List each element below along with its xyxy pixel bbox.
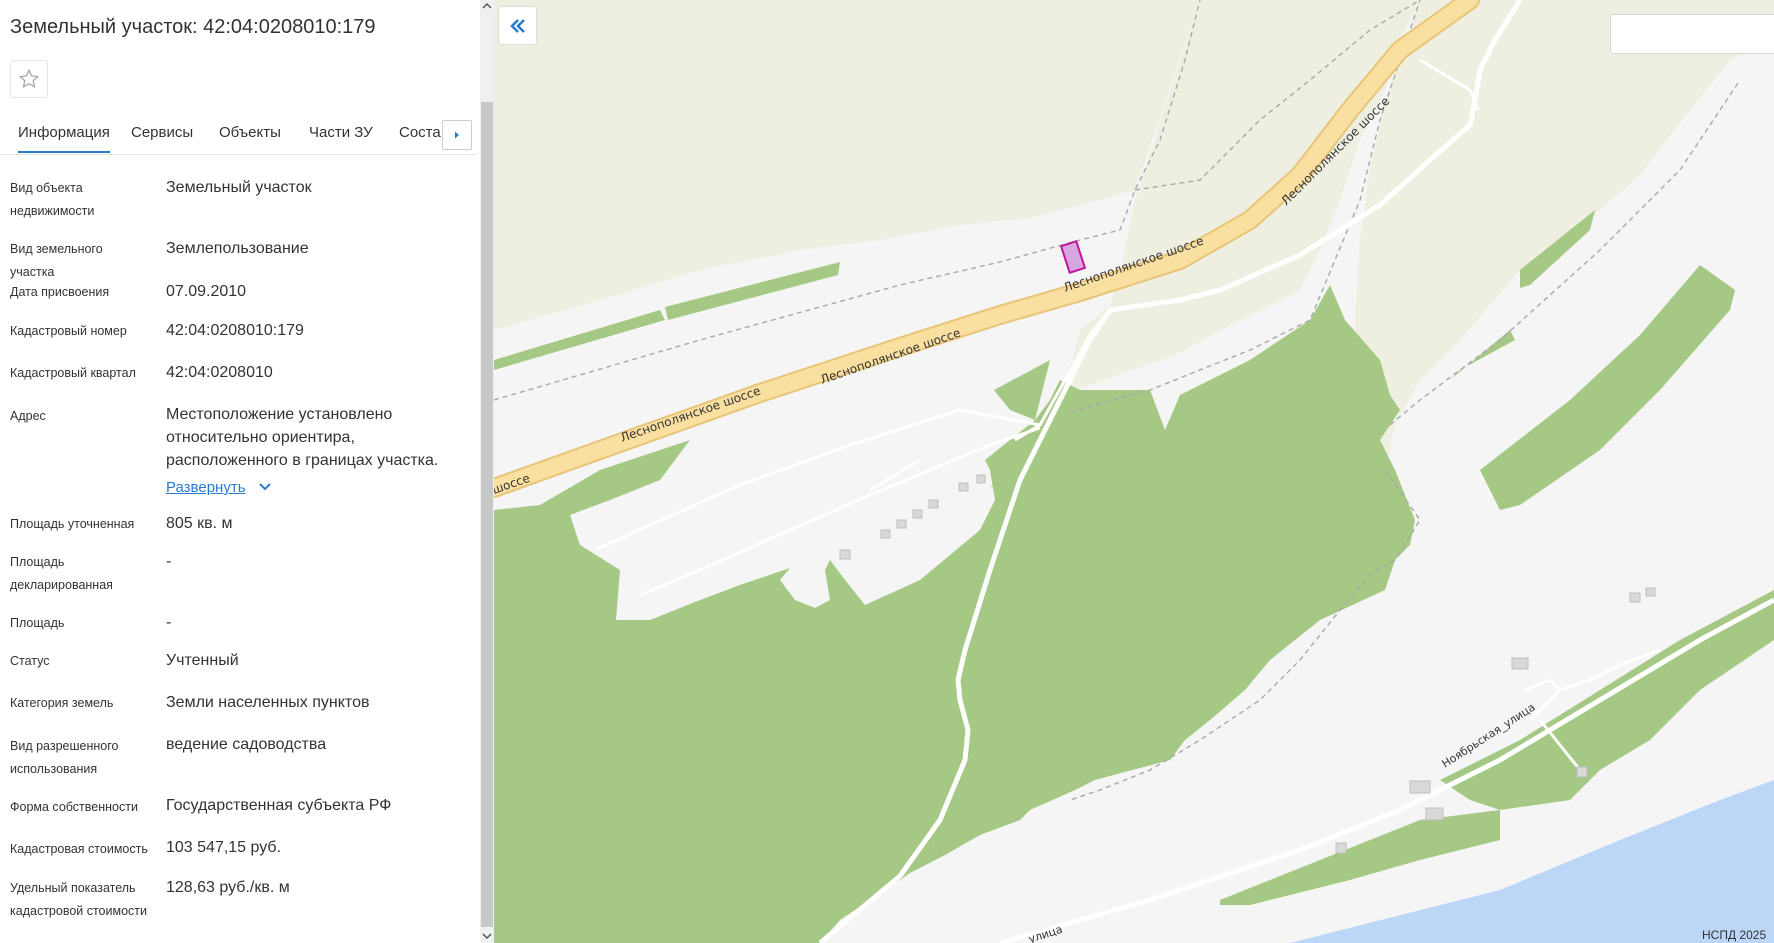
map-canvas[interactable]: Леснополянское шоссе Леснополянское шосс… <box>494 0 1774 943</box>
row-value: - <box>166 614 172 631</box>
row-label: Кадастровая стоимость <box>10 842 148 856</box>
collapse-panel-button[interactable] <box>498 6 537 45</box>
row-value: 42:04:0208010 <box>166 364 273 381</box>
row-label: Категория земель <box>10 696 114 710</box>
building <box>1645 587 1656 597</box>
copyright: НСПД 2025 <box>1702 928 1767 942</box>
star-icon <box>18 68 40 89</box>
row-value: Государственная субъекта РФ <box>166 797 392 814</box>
row-value: Землепользование <box>166 240 309 257</box>
status-value: Учтенный <box>166 652 239 669</box>
row-label: Вид объекта недвижимости <box>10 181 95 218</box>
row-value: Земли населенных пунктов <box>166 694 370 711</box>
row-label: Статус <box>10 654 50 668</box>
building <box>896 519 907 529</box>
row-value: ведение садоводства <box>166 736 327 753</box>
row-label: Площадь декларированная <box>10 555 113 592</box>
row-value: 805 кв. м <box>166 515 233 532</box>
building <box>976 474 986 484</box>
tabs-next-button[interactable] <box>442 120 472 150</box>
scroll-up-icon[interactable] <box>480 0 494 12</box>
row-value: 103 547,15 руб. <box>166 839 282 856</box>
map-view[interactable]: Леснополянское шоссе Леснополянское шосс… <box>494 0 1774 943</box>
row-label: Вид разрешенного использования <box>10 739 119 776</box>
double-chevron-left-icon <box>509 18 525 33</box>
building <box>912 509 923 519</box>
building <box>880 529 891 539</box>
arrow-right-icon <box>455 131 459 139</box>
building <box>958 482 969 492</box>
building <box>1409 780 1431 794</box>
tab-services[interactable]: Сервисы <box>131 124 193 141</box>
row-label: Форма собственности <box>10 800 138 814</box>
panel-scrollbar[interactable] <box>480 0 494 943</box>
tab-bar: Информация Сервисы Объекты Части ЗУ Сост… <box>0 112 476 155</box>
building <box>928 499 939 509</box>
row-value: 128,63 руб./кв. м <box>166 879 290 896</box>
row-label: Вид земельного участка <box>10 242 103 279</box>
scroll-down-icon[interactable] <box>480 930 494 942</box>
row-value: Местоположение установлено относительно … <box>166 406 439 469</box>
scrollbar-thumb[interactable] <box>481 102 493 927</box>
row-label: Адрес <box>10 409 46 423</box>
chevron-down-icon[interactable] <box>258 482 272 492</box>
building <box>1511 657 1529 670</box>
page-title: Земельный участок: 42:04:0208010:179 <box>10 16 376 38</box>
building <box>1335 842 1347 854</box>
row-label: Удельный показатель кадастровой стоимост… <box>10 881 147 918</box>
row-label: Кадастровый номер <box>10 324 127 338</box>
building <box>1629 592 1641 603</box>
building <box>839 549 851 560</box>
tab-information[interactable]: Информация <box>18 124 110 153</box>
expand-link[interactable]: Развернуть <box>166 476 456 499</box>
tab-composition[interactable]: Состав <box>399 124 441 141</box>
row-value: 07.09.2010 <box>166 283 247 300</box>
building <box>1576 766 1588 778</box>
tab-parts[interactable]: Части ЗУ <box>309 124 373 141</box>
row-label: Площадь уточненная <box>10 517 135 531</box>
tab-objects[interactable]: Объекты <box>219 124 281 141</box>
map-search-box[interactable] <box>1610 14 1774 54</box>
row-label: Площадь <box>10 616 65 630</box>
row-value: - <box>166 553 172 570</box>
row-label: Дата присвоения <box>10 285 110 299</box>
building <box>1425 807 1444 821</box>
row-value: Земельный участок <box>166 179 312 196</box>
expand-label[interactable]: Развернуть <box>166 479 246 496</box>
row-label: Кадастровый квартал <box>10 366 136 380</box>
favorite-button[interactable] <box>10 60 48 98</box>
row-value: 42:04:0208010:179 <box>166 322 304 339</box>
info-panel: Земельный участок: 42:04:0208010:179 Инф… <box>0 0 480 943</box>
